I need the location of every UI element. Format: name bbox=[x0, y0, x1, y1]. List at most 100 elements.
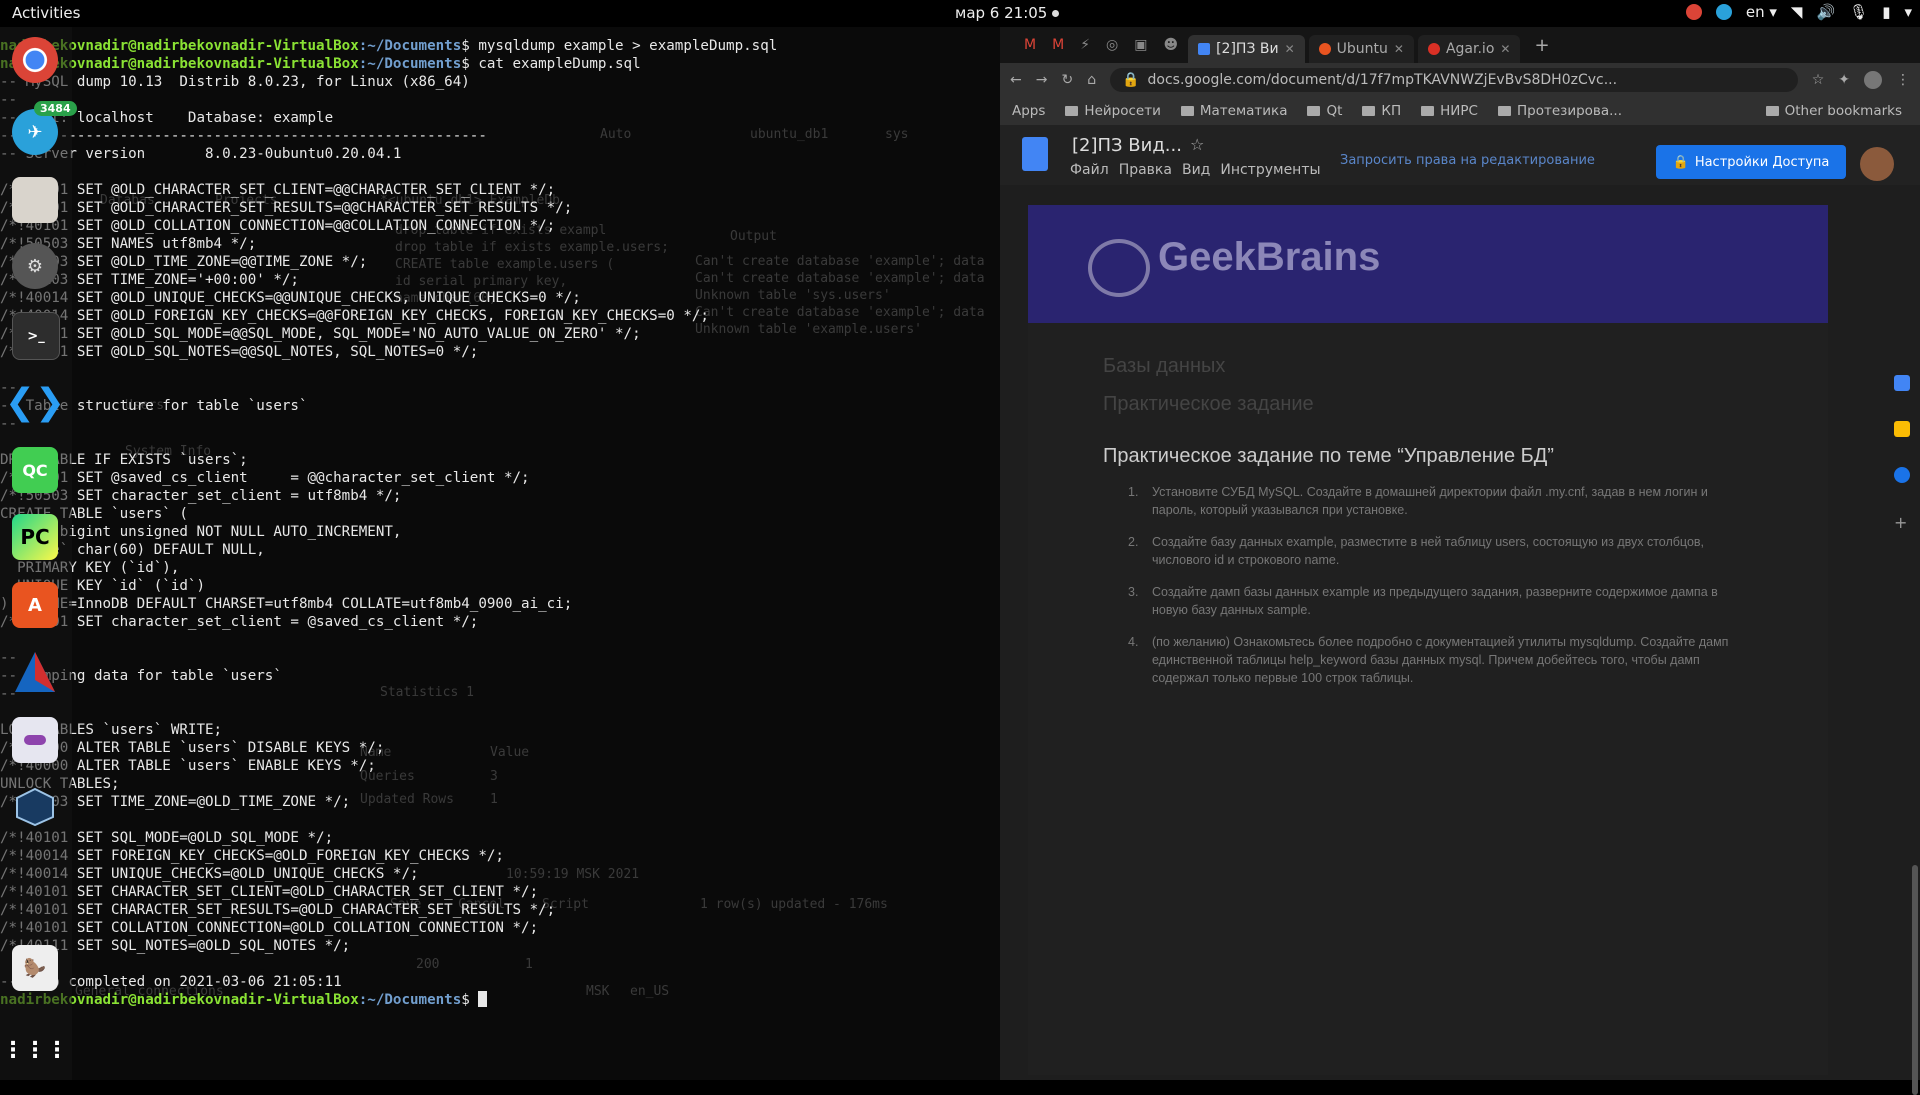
system-tray[interactable]: en ▾ ◥ 🔊 🎙 ▮ ▾ bbox=[1685, 3, 1912, 21]
terminal-line: -- Server version 8.0.23-0ubuntu0.20.04.… bbox=[0, 146, 402, 162]
files-icon[interactable] bbox=[12, 177, 58, 223]
terminal-line: /*!40014 SET @OLD_FOREIGN_KEY_CHECKS=@@F… bbox=[0, 308, 709, 324]
terminal-line: `id` bigint unsigned NOT NULL AUTO_INCRE… bbox=[0, 524, 402, 540]
command-text: $ cat exampleDump.sql bbox=[461, 56, 641, 72]
telegram-tray-icon[interactable] bbox=[1715, 4, 1732, 20]
document-area: GeekBrains Базы данных Практическое зада… bbox=[1000, 185, 1920, 1095]
tab-strip: M M ⚡ ◎ ▣ ☻ [2]ПЗ Ви ✕ Ubuntu ✕ Agar.io ✕ + bbox=[1000, 27, 1920, 63]
prompt-path: :~/Documents bbox=[358, 38, 462, 54]
activities-button[interactable]: Activities bbox=[12, 4, 80, 22]
tab-ubuntu[interactable]: Ubuntu ✕ bbox=[1308, 35, 1414, 63]
share-button[interactable]: 🔒 Настройки Доступа bbox=[1656, 145, 1846, 179]
star-icon[interactable]: ☆ bbox=[1190, 135, 1204, 154]
bookmark-folder[interactable]: Протезирова... bbox=[1498, 103, 1622, 119]
virtualbox-icon[interactable] bbox=[12, 784, 58, 830]
tasks-icon[interactable] bbox=[1894, 467, 1910, 483]
terminal-icon[interactable]: >_ bbox=[12, 312, 60, 360]
close-icon[interactable]: ✕ bbox=[1500, 42, 1510, 56]
docs-menu: Файл Правка Вид Инструменты bbox=[1070, 162, 1321, 178]
menu-icon[interactable]: ⋮ bbox=[1896, 72, 1910, 88]
docs-favicon bbox=[1198, 43, 1211, 55]
extensions-icon[interactable]: ✦ bbox=[1838, 72, 1850, 88]
clock[interactable]: мар 6 21:05 bbox=[955, 4, 1047, 22]
app-triangle-icon[interactable] bbox=[12, 649, 58, 695]
toggle-app-icon[interactable] bbox=[12, 717, 58, 763]
chrome-tray-icon[interactable] bbox=[1685, 4, 1702, 20]
pinned-tab-icon[interactable]: ☻ bbox=[1157, 37, 1184, 53]
pinned-tab-icon[interactable]: ◎ bbox=[1100, 37, 1124, 53]
back-icon[interactable]: ← bbox=[1010, 72, 1022, 88]
document-page[interactable]: GeekBrains Базы данных Практическое зада… bbox=[1028, 205, 1828, 1075]
side-panel: + bbox=[1894, 375, 1910, 532]
profile-icon[interactable] bbox=[1864, 71, 1882, 89]
address-bar[interactable]: 🔒 docs.google.com/document/d/17f7mpTKAVNW… bbox=[1110, 68, 1798, 92]
other-bookmarks[interactable]: Other bookmarks bbox=[1766, 103, 1902, 119]
show-applications-icon[interactable]: ⋮⋮⋮ bbox=[2, 1027, 68, 1073]
close-icon[interactable]: ✕ bbox=[1285, 42, 1295, 56]
request-edit-access-link[interactable]: Запросить права на редактирование bbox=[1340, 153, 1595, 168]
terminal-line: /*!40014 SET UNIQUE_CHECKS=@OLD_UNIQUE_C… bbox=[0, 866, 419, 882]
vscode-icon[interactable]: ❮❯ bbox=[5, 379, 65, 425]
dbeaver-icon[interactable]: 🦫 bbox=[12, 945, 58, 991]
docs-logo-icon[interactable] bbox=[1022, 137, 1048, 171]
bookmark-folder[interactable]: КП bbox=[1362, 103, 1401, 119]
terminal-line: -- bbox=[0, 415, 1000, 433]
terminal-line: /*!50503 SET NAMES utf8mb4 */; bbox=[0, 236, 257, 252]
gmail-icon[interactable]: M bbox=[1018, 37, 1042, 53]
geekbrains-logo-icon bbox=[1088, 239, 1150, 297]
menu-edit[interactable]: Правка bbox=[1119, 162, 1172, 178]
new-tab-button[interactable]: + bbox=[1524, 35, 1559, 56]
prompt-path: :~/Documents bbox=[358, 992, 462, 1008]
bookmarks-bar: Apps Нейросети Математика Qt КП НИРС Про… bbox=[1000, 97, 1920, 125]
chevron-down-icon[interactable]: ▾ bbox=[1904, 3, 1912, 21]
qt-creator-icon[interactable]: QC bbox=[12, 447, 58, 493]
gmail-icon-2[interactable]: M bbox=[1046, 37, 1070, 53]
terminal-prompt-line: nadirbekovnadir@nadirbekovnadir-VirtualB… bbox=[0, 991, 1000, 1009]
bookmark-apps[interactable]: Apps bbox=[1012, 103, 1045, 119]
pycharm-icon[interactable]: PC bbox=[12, 514, 58, 560]
scrollbar[interactable] bbox=[1912, 865, 1918, 1095]
tab-agario[interactable]: Agar.io ✕ bbox=[1417, 35, 1521, 63]
doc-subtitle-2: Практическое задание bbox=[1103, 393, 1314, 415]
reload-icon[interactable]: ↻ bbox=[1061, 72, 1073, 88]
tab-docs[interactable]: [2]ПЗ Ви ✕ bbox=[1188, 35, 1305, 63]
forward-icon[interactable]: → bbox=[1036, 72, 1048, 88]
menu-file[interactable]: Файл bbox=[1070, 162, 1109, 178]
battery-icon: ▮ bbox=[1882, 3, 1891, 21]
wifi-icon: ◥ bbox=[1790, 3, 1803, 21]
terminal-line: /*!40014 SET @OLD_UNIQUE_CHECKS=@@UNIQUE… bbox=[0, 290, 581, 306]
list-item: 1. Установите СУБД MySQL. Создайте в дома… bbox=[1128, 485, 1708, 517]
url-text: docs.google.com/document/d/17f7mpTKAVNWZ… bbox=[1147, 72, 1618, 88]
dock: ✈ 3484 ⚙ >_ ❮❯ QC PC A 🦫 ⋮⋮⋮ bbox=[0, 27, 77, 1080]
notification-dot bbox=[1052, 10, 1059, 17]
bookmark-folder[interactable]: НИРС bbox=[1421, 103, 1478, 119]
chrome-icon[interactable] bbox=[12, 37, 58, 83]
add-icon[interactable]: + bbox=[1894, 513, 1910, 532]
bookmark-folder[interactable]: Нейросети bbox=[1065, 103, 1160, 119]
bookmark-star-icon[interactable]: ☆ bbox=[1812, 72, 1825, 88]
chrome-window[interactable]: M M ⚡ ◎ ▣ ☻ [2]ПЗ Ви ✕ Ubuntu ✕ Agar.io ✕ +… bbox=[1000, 27, 1920, 1095]
bookmark-folder[interactable]: Математика bbox=[1181, 103, 1288, 119]
settings-icon[interactable]: ⚙ bbox=[12, 243, 58, 289]
list-item: 4. (по желанию) Ознакомьтесь более подроб… bbox=[1128, 635, 1729, 685]
pinned-tab-icon[interactable]: ▣ bbox=[1128, 37, 1153, 53]
terminal-line: -- MySQL dump 10.13 Distrib 8.0.23, for … bbox=[0, 74, 470, 90]
lock-icon: 🔒 bbox=[1122, 72, 1140, 88]
close-icon[interactable]: ✕ bbox=[1394, 42, 1404, 56]
calendar-icon[interactable] bbox=[1894, 375, 1910, 391]
keep-icon[interactable] bbox=[1894, 421, 1910, 437]
command-text: $ bbox=[461, 992, 479, 1008]
terminal-window[interactable]: Auto ubuntu_db1 sys Databas... Projects … bbox=[0, 27, 1000, 1080]
telegram-icon[interactable]: ✈ 3484 bbox=[12, 101, 77, 155]
home-icon[interactable]: ⌂ bbox=[1087, 72, 1096, 88]
menu-tools[interactable]: Инструменты bbox=[1220, 162, 1320, 178]
terminal-prompt-line: nadirbekovnadir@nadirbekovnadir-VirtualB… bbox=[0, 37, 1000, 55]
language-indicator[interactable]: en ▾ bbox=[1746, 3, 1777, 21]
terminal-line: ) ENGINE=InnoDB DEFAULT CHARSET=utf8mb4 … bbox=[0, 596, 573, 612]
avatar[interactable] bbox=[1860, 147, 1894, 181]
document-title[interactable]: [2]ПЗ Вид... bbox=[1072, 135, 1182, 156]
software-center-icon[interactable]: A bbox=[12, 582, 58, 628]
pinned-tab-icon[interactable]: ⚡ bbox=[1074, 37, 1096, 53]
bookmark-folder[interactable]: Qt bbox=[1307, 103, 1342, 119]
menu-view[interactable]: Вид bbox=[1182, 162, 1210, 178]
